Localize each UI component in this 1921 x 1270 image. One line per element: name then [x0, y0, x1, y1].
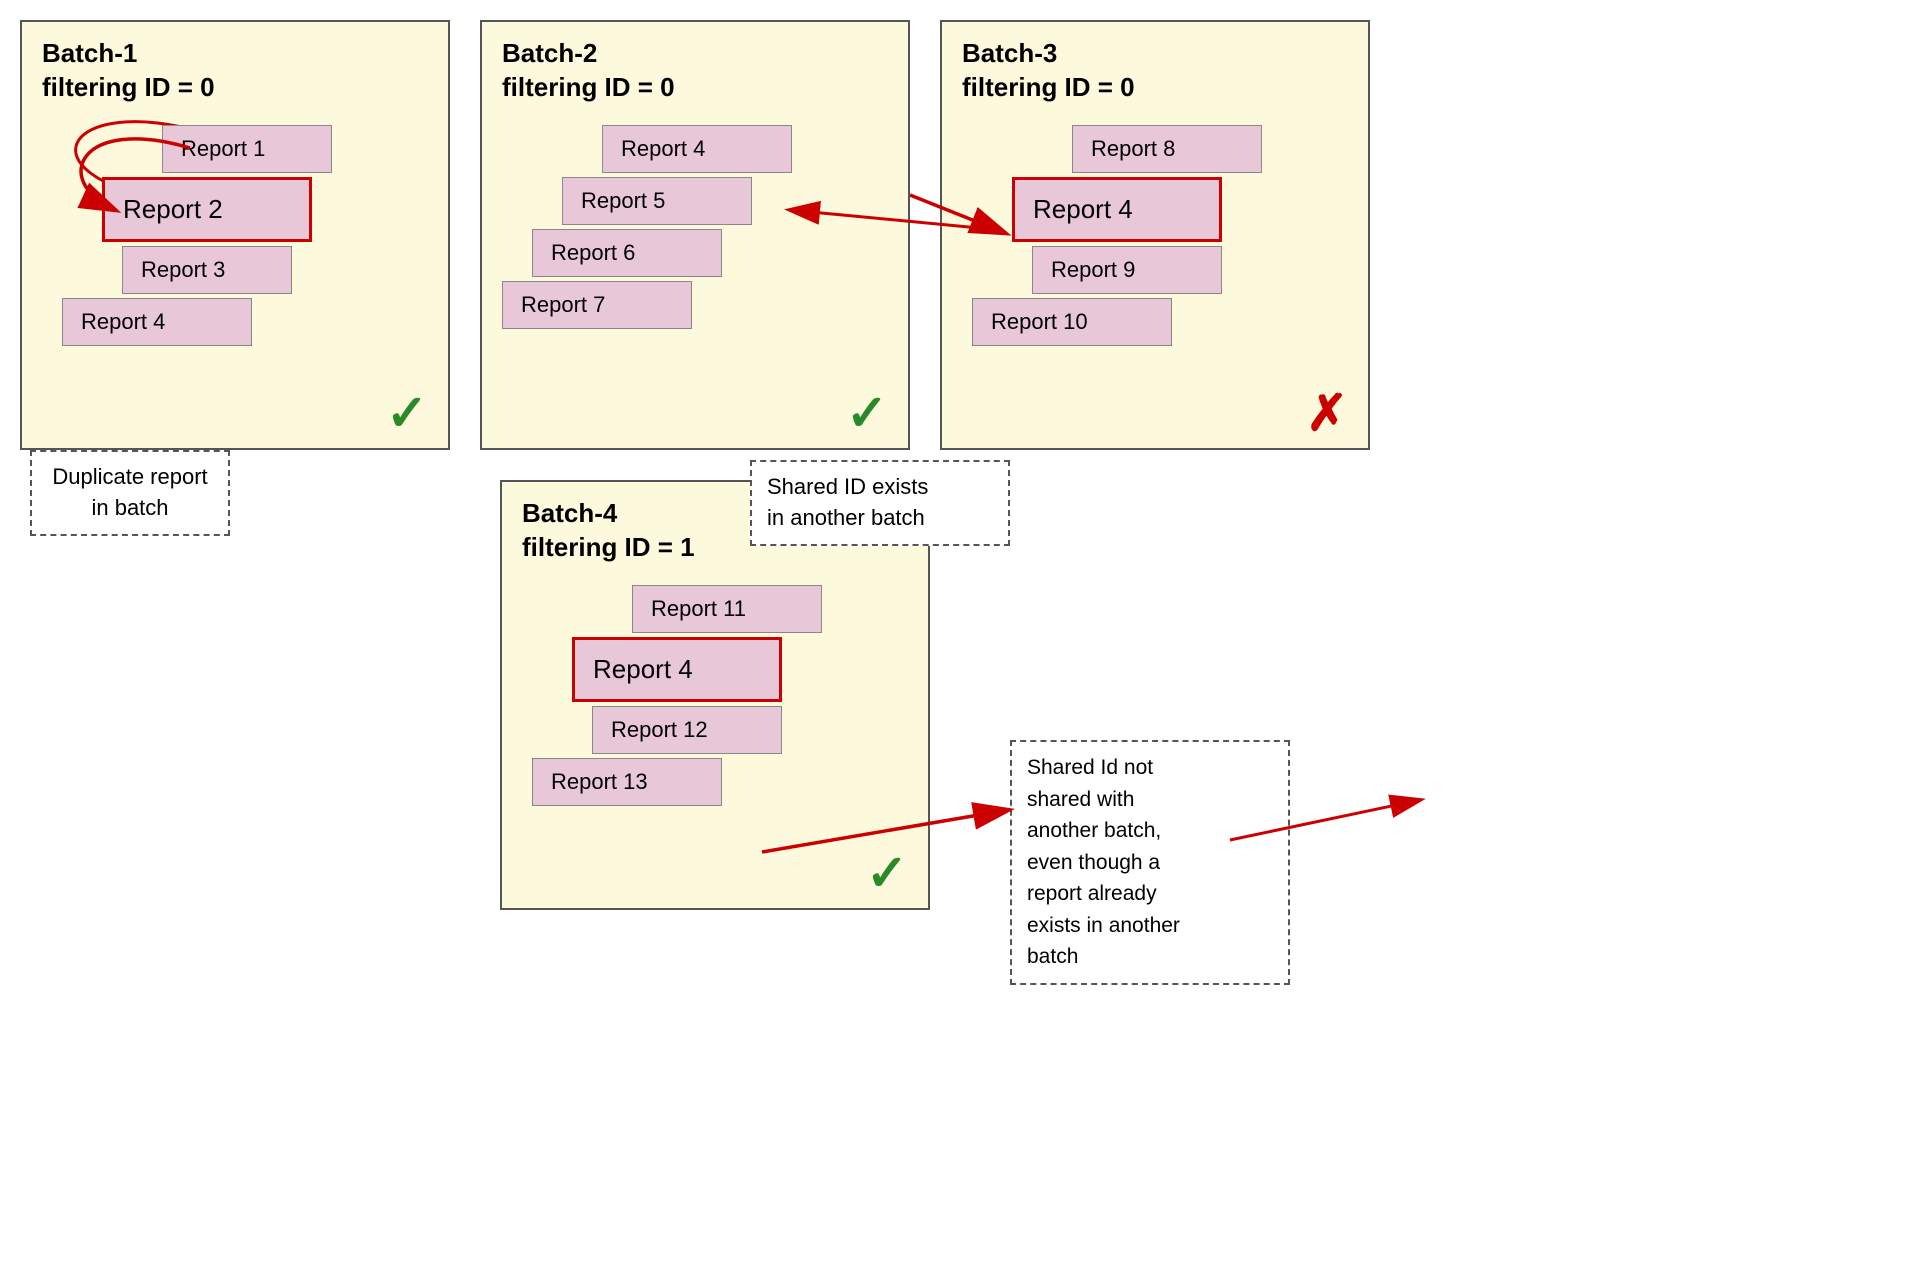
report-card: Report 1 [162, 125, 332, 173]
list-item: Report 5 [562, 177, 888, 225]
batch-2-title: Batch-2 filtering ID = 0 [502, 37, 888, 105]
annotation-shared-id-not-shared: Shared Id notshared withanother batch,ev… [1010, 740, 1290, 985]
batch-3-reports: Report 8 Report 4 Report 9 Report 10 [962, 125, 1348, 346]
list-item: Report 4 [62, 298, 428, 346]
report-card: Report 9 [1032, 246, 1222, 294]
list-item: Report 6 [532, 229, 888, 277]
list-item: Report 4 [602, 125, 888, 173]
report-card: Report 12 [592, 706, 782, 754]
report-card: Report 5 [562, 177, 752, 225]
report-card: Report 6 [532, 229, 722, 277]
list-item: Report 13 [532, 758, 908, 806]
batch-1-title: Batch-1 filtering ID = 0 [42, 37, 428, 105]
report-card-highlighted: Report 4 [1012, 177, 1222, 242]
list-item: Report 7 [502, 281, 888, 329]
report-card: Report 11 [632, 585, 822, 633]
report-card-highlighted: Report 4 [572, 637, 782, 702]
list-item: Report 12 [592, 706, 908, 754]
report-card: Report 10 [972, 298, 1172, 346]
list-item: Report 4 [572, 637, 908, 702]
report-card: Report 3 [122, 246, 292, 294]
report-card: Report 4 [62, 298, 252, 346]
list-item: Report 8 [1072, 125, 1348, 173]
x-icon: ✗ [1306, 388, 1348, 438]
check-icon: ✓ [386, 388, 428, 438]
list-item: Report 10 [972, 298, 1348, 346]
list-item: Report 9 [1032, 246, 1348, 294]
batch-1-reports: Report 1 Report 2 Report 3 Report 4 [42, 125, 428, 346]
report-card: Report 4 [602, 125, 792, 173]
check-icon: ✓ [846, 388, 888, 438]
batch-4-reports: Report 11 Report 4 Report 12 Report 13 [522, 585, 908, 806]
batch-3-title: Batch-3 filtering ID = 0 [962, 37, 1348, 105]
list-item: Report 2 [102, 177, 428, 242]
main-container: Batch-1 filtering ID = 0 Report 1 Report… [0, 0, 1921, 1270]
list-item: Report 4 [1012, 177, 1348, 242]
batch-3-box: Batch-3 filtering ID = 0 Report 8 Report… [940, 20, 1370, 450]
top-row: Batch-1 filtering ID = 0 Report 1 Report… [20, 20, 1901, 450]
batch-1-box: Batch-1 filtering ID = 0 Report 1 Report… [20, 20, 450, 450]
report-card: Report 8 [1072, 125, 1262, 173]
batch-2-reports: Report 4 Report 5 Report 6 Report 7 [502, 125, 888, 329]
list-item: Report 1 [162, 125, 428, 173]
report-card-highlighted: Report 2 [102, 177, 312, 242]
report-card: Report 7 [502, 281, 692, 329]
list-item: Report 3 [122, 246, 428, 294]
list-item: Report 11 [632, 585, 908, 633]
annotation-duplicate: Duplicate reportin batch [30, 450, 230, 536]
batch-2-box: Batch-2 filtering ID = 0 Report 4 Report… [480, 20, 910, 450]
annotation-shared-id: Shared ID existsin another batch [750, 460, 1010, 546]
report-card: Report 13 [532, 758, 722, 806]
check-icon: ✓ [866, 848, 908, 898]
